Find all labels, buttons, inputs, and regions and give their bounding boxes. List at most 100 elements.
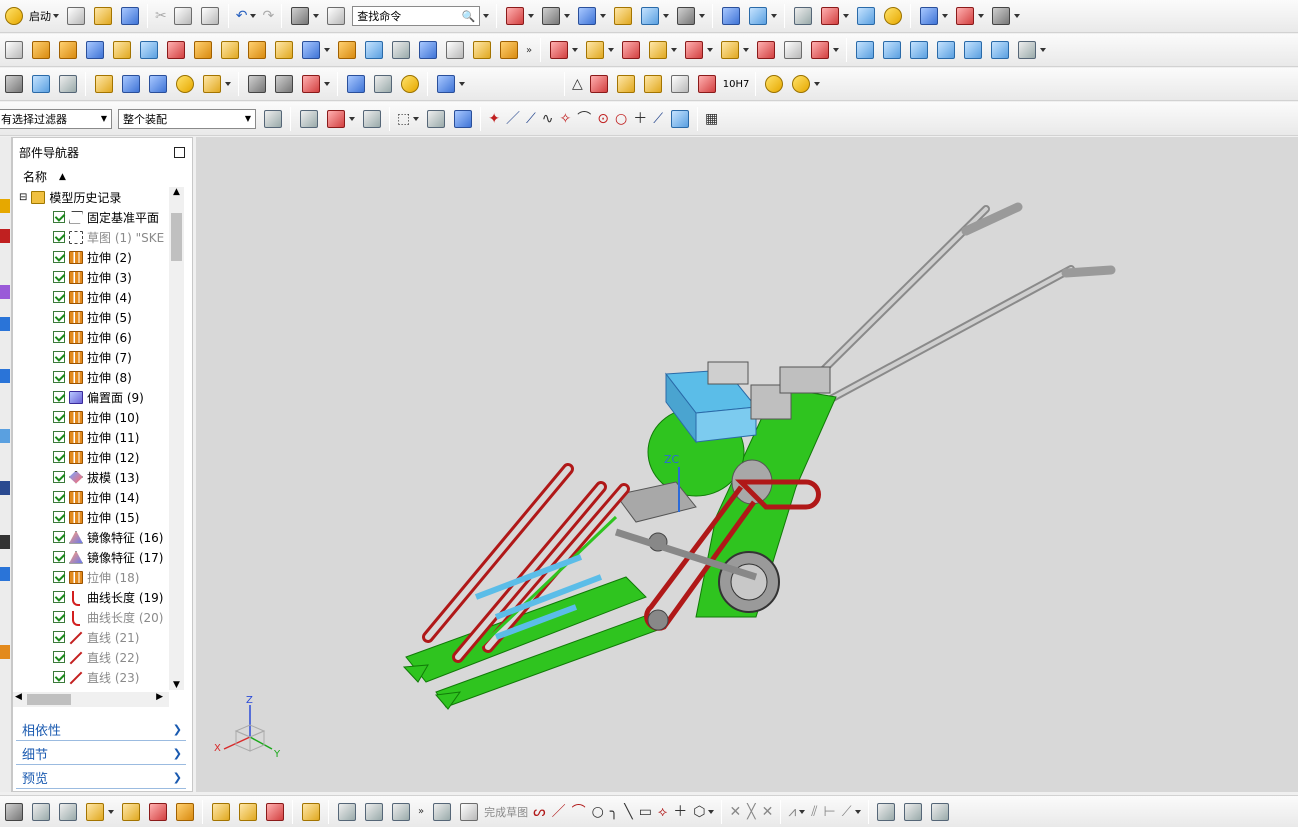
panel-dependencies[interactable]: 相依性 ❯ xyxy=(16,718,186,741)
spring-link-icon[interactable] xyxy=(335,800,358,823)
select-solid-icon[interactable] xyxy=(451,107,474,130)
trim-tool-icon[interactable]: ✕ xyxy=(729,805,741,819)
maximize-icon[interactable] xyxy=(174,147,185,158)
tolerance-label[interactable]: 10H7 xyxy=(721,79,752,90)
spring-tool-icon[interactable] xyxy=(434,73,457,96)
clip-dropdown-icon[interactable] xyxy=(663,14,670,18)
snap-midpoint-icon[interactable]: ⟋ xyxy=(526,112,536,126)
point-tool-icon[interactable]: ＋ xyxy=(673,805,687,819)
panel-preview[interactable]: 预览 ❯ xyxy=(16,766,186,789)
layer-move-icon[interactable] xyxy=(56,73,79,96)
visibility-checkbox[interactable] xyxy=(53,651,65,663)
search-dropdown-icon[interactable] xyxy=(483,14,490,18)
properties-dropdown-icon[interactable] xyxy=(324,82,330,86)
reference-set-icon[interactable] xyxy=(808,39,831,62)
tree-item[interactable]: 拉伸 (10) xyxy=(53,407,139,427)
orient-dropdown-icon[interactable] xyxy=(600,14,607,18)
cad-model-view[interactable]: ZC Z X Y xyxy=(196,137,1298,792)
subtract-tool-icon[interactable] xyxy=(299,39,322,62)
tree-item[interactable]: 拉伸 (12) xyxy=(53,447,139,467)
visibility-checkbox[interactable] xyxy=(53,511,65,523)
edge-blend-icon[interactable] xyxy=(335,39,358,62)
tool-icon[interactable] xyxy=(146,73,169,96)
column-header[interactable]: 名称 ▲ xyxy=(23,168,66,185)
replace-component-icon[interactable] xyxy=(646,39,669,62)
tree-item[interactable]: 直线 (23) xyxy=(53,667,139,687)
finish-flag-icon[interactable] xyxy=(457,800,480,823)
component-dropdown-icon[interactable] xyxy=(608,48,615,52)
hammer-icon[interactable] xyxy=(119,73,142,96)
snap-tangent-icon[interactable]: ⌒ xyxy=(577,112,591,126)
window-dropdown-icon[interactable] xyxy=(313,14,320,18)
visibility-checkbox[interactable] xyxy=(53,271,65,283)
graphics-viewport[interactable]: ZC Z X Y xyxy=(196,137,1298,792)
assembly-add-icon[interactable] xyxy=(547,39,570,62)
resource-tab-icon[interactable] xyxy=(0,317,10,331)
view-triad[interactable]: Z X Y xyxy=(214,695,281,760)
visibility-checkbox[interactable] xyxy=(53,311,65,323)
start-menu-button[interactable]: 启动 xyxy=(27,8,53,24)
brush-icon[interactable] xyxy=(696,73,719,96)
resource-tab-icon[interactable] xyxy=(0,535,10,549)
shell-icon[interactable] xyxy=(389,39,412,62)
scope-select[interactable]: 整个装配 ▼ xyxy=(118,108,256,129)
notes-icon[interactable] xyxy=(669,73,692,96)
explode-dropdown-icon[interactable] xyxy=(707,48,714,52)
visibility-checkbox[interactable] xyxy=(53,371,65,383)
arc-tool-icon[interactable]: ⌒ xyxy=(572,805,586,819)
tree-hscrollbar[interactable]: ◀ ▶ xyxy=(13,692,169,707)
fit-dropdown-icon[interactable] xyxy=(528,14,535,18)
finish-sketch-button[interactable]: 完成草图 xyxy=(482,804,530,820)
chamfer-icon[interactable] xyxy=(362,39,385,62)
visibility-checkbox[interactable] xyxy=(53,251,65,263)
measure-distance-icon[interactable] xyxy=(854,5,877,28)
info-icon[interactable] xyxy=(324,5,347,28)
visibility-checkbox[interactable] xyxy=(53,611,65,623)
pocket-tool-icon[interactable] xyxy=(137,39,160,62)
triangle-icon[interactable]: △ xyxy=(572,77,583,91)
sketch-view-icon[interactable] xyxy=(929,800,952,823)
sketch-settings-icon[interactable] xyxy=(875,800,898,823)
resource-tab-icon[interactable] xyxy=(0,369,10,383)
visibility-checkbox[interactable] xyxy=(53,351,65,363)
offset-dropdown-icon[interactable] xyxy=(708,809,715,814)
through-curves-icon[interactable] xyxy=(907,39,930,62)
reference-dropdown-icon[interactable] xyxy=(833,48,840,52)
chamfer-tool-icon[interactable]: ╲ xyxy=(624,805,632,819)
visibility-checkbox[interactable] xyxy=(53,571,65,583)
window-icon[interactable] xyxy=(288,5,311,28)
stack-dropdown-icon[interactable] xyxy=(814,82,821,86)
undo-icon[interactable]: ↶ xyxy=(236,9,248,23)
resource-tab-icon[interactable] xyxy=(0,429,10,443)
tree-item[interactable]: 曲线长度 (20) xyxy=(53,607,163,627)
stack-edit-icon[interactable] xyxy=(789,73,812,96)
mirror-curve-icon[interactable]: ⩘ xyxy=(788,805,796,819)
idler-pulley[interactable] xyxy=(647,609,669,631)
visibility-checkbox[interactable] xyxy=(53,331,65,343)
tree-item[interactable]: 拉伸 (15) xyxy=(53,507,139,527)
select-edge-dropdown-icon[interactable] xyxy=(349,116,355,121)
tree-scrollbar[interactable]: ▲ ▼ xyxy=(169,187,184,690)
curve-icon[interactable] xyxy=(245,73,268,96)
select-face-icon[interactable] xyxy=(424,107,447,130)
link-icon[interactable] xyxy=(263,800,286,823)
sketch-tool-icon[interactable] xyxy=(430,800,453,823)
package-icon[interactable] xyxy=(299,800,322,823)
mesh-surface-icon[interactable] xyxy=(880,39,903,62)
point-snap-icon[interactable] xyxy=(2,800,25,823)
resource-tab-icon[interactable] xyxy=(0,285,10,299)
new-file-icon[interactable] xyxy=(64,5,87,28)
tree-item[interactable]: 草图 (1) "SKE xyxy=(53,227,164,247)
tree-item[interactable]: 曲线长度 (19) xyxy=(53,587,163,607)
line-tool-icon[interactable]: ／ xyxy=(552,805,566,819)
rectangle-tool-icon[interactable]: ▭ xyxy=(639,805,652,819)
extend-tool-icon[interactable]: ╳ xyxy=(747,805,755,819)
table-icon[interactable] xyxy=(588,73,611,96)
wave-dropdown-icon[interactable] xyxy=(743,48,750,52)
scroll-left-icon[interactable]: ◀ xyxy=(15,692,22,702)
layer-settings-icon[interactable] xyxy=(29,73,52,96)
ruler-dropdown-icon[interactable] xyxy=(1014,14,1021,18)
tree-item[interactable]: 拉伸 (2) xyxy=(53,247,132,267)
surface-curve-icon[interactable] xyxy=(272,73,295,96)
visibility-checkbox[interactable] xyxy=(53,231,65,243)
